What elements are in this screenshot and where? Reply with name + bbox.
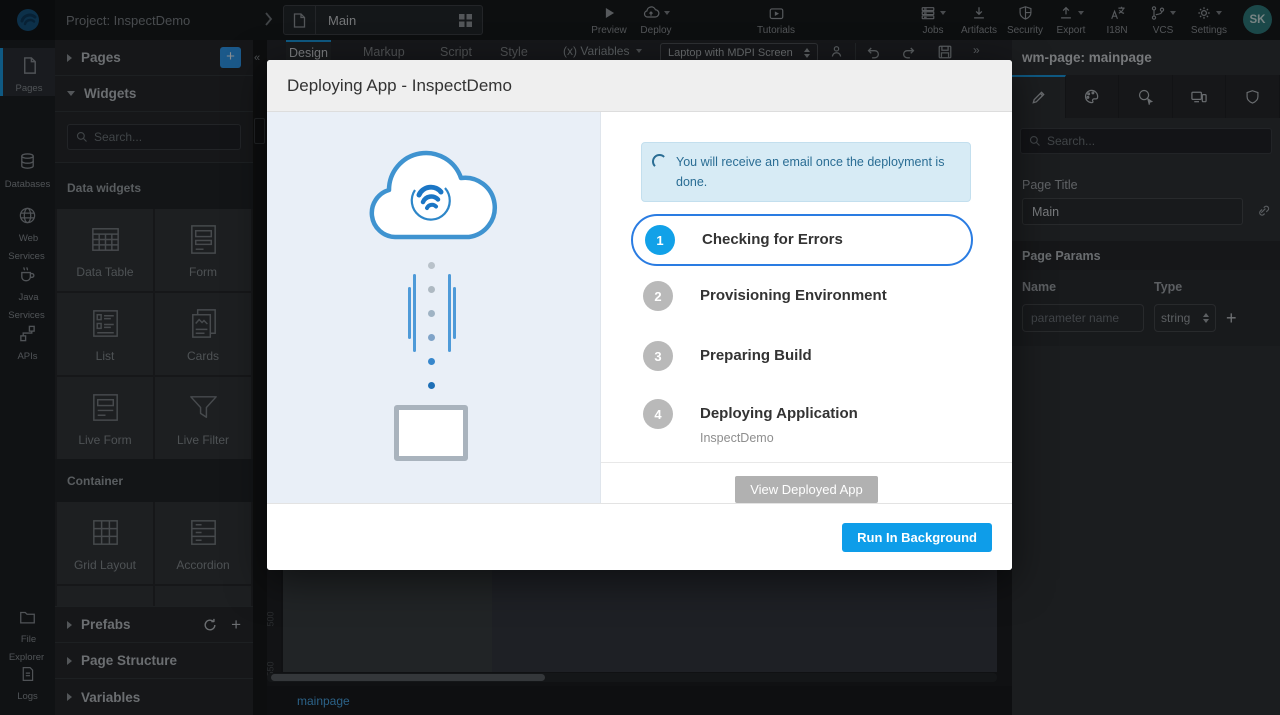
deploy-step-preparing-build: 3 Preparing Build: [631, 326, 973, 386]
modal-title: Deploying App - InspectDemo: [287, 76, 512, 96]
deploy-step-provisioning: 2 Provisioning Environment: [631, 266, 973, 326]
step-number-badge: 3: [643, 341, 673, 371]
app-root: Project: InspectDemo Main Preview Deploy…: [0, 0, 1280, 715]
spinner-icon: [652, 154, 667, 169]
deploy-illustration: [267, 112, 601, 503]
deploy-modal: Deploying App - InspectDemo: [267, 60, 1012, 570]
step-title: Provisioning Environment: [700, 281, 887, 311]
deployment-steps: 1 Checking for Errors 2 Provisioning Env…: [631, 202, 973, 456]
step-number-badge: 4: [643, 399, 673, 429]
view-deployed-app-button[interactable]: View Deployed App: [735, 476, 878, 503]
step-subtitle: InspectDemo: [700, 431, 858, 445]
step-title: Deploying Application: [700, 405, 858, 422]
deploy-step-checking-errors: 1 Checking for Errors: [631, 214, 973, 266]
step-title: Preparing Build: [700, 341, 812, 371]
cloud-deploy-illustration: [357, 138, 507, 246]
step-title: Checking for Errors: [702, 225, 843, 255]
modal-footer: Run In Background: [267, 503, 1012, 570]
run-in-background-button[interactable]: Run In Background: [842, 523, 992, 552]
deploy-step-deploying-application: 4 Deploying Application InspectDemo: [631, 386, 973, 456]
deployment-info-alert: You will receive an email once the deplo…: [641, 142, 971, 202]
monitor-illustration: [394, 405, 468, 461]
alert-message: You will receive an email once the deplo…: [676, 152, 958, 192]
modal-header: Deploying App - InspectDemo: [267, 60, 1012, 112]
step-number-badge: 1: [645, 225, 675, 255]
step-number-badge: 2: [643, 281, 673, 311]
